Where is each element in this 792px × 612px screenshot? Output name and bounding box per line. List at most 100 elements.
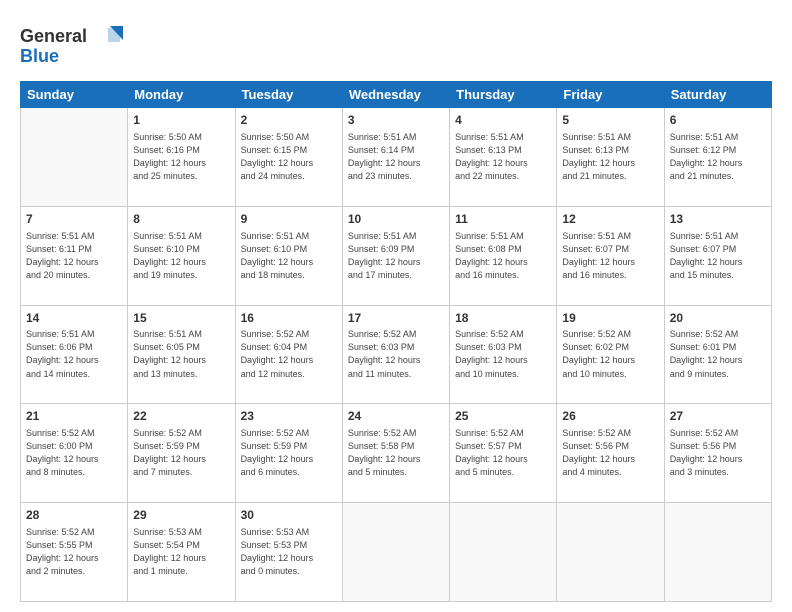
day-info: Sunrise: 5:50 AM Sunset: 6:15 PM Dayligh… <box>241 131 337 183</box>
day-number: 11 <box>455 211 551 228</box>
calendar-cell: 10 Sunrise: 5:51 AM Sunset: 6:09 PM Dayli… <box>342 206 449 305</box>
day-info: Sunrise: 5:51 AM Sunset: 6:14 PM Dayligh… <box>348 131 444 183</box>
day-number: 20 <box>670 310 766 327</box>
day-number: 13 <box>670 211 766 228</box>
calendar-cell: 6Sunrise: 5:51 AM Sunset: 6:12 PM Daylig… <box>664 108 771 207</box>
calendar-cell: 2 Sunrise: 5:50 AM Sunset: 6:15 PM Daylig… <box>235 108 342 207</box>
calendar-cell: 24 Sunrise: 5:52 AM Sunset: 5:58 PM Dayli… <box>342 404 449 503</box>
day-info: Sunrise: 5:51 AM Sunset: 6:06 PM Dayligh… <box>26 328 122 380</box>
day-info: Sunrise: 5:51 AM Sunset: 6:11 PM Dayligh… <box>26 230 122 282</box>
day-number: 14 <box>26 310 122 327</box>
day-info: Sunrise: 5:51 AM Sunset: 6:07 PM Dayligh… <box>670 230 766 282</box>
week-row-4: 21 Sunrise: 5:52 AM Sunset: 6:00 PM Dayli… <box>21 404 772 503</box>
calendar-cell <box>342 503 449 602</box>
calendar-cell: 23 Sunrise: 5:52 AM Sunset: 5:59 PM Dayli… <box>235 404 342 503</box>
calendar-cell <box>557 503 664 602</box>
calendar-cell: 30Sunrise: 5:53 AM Sunset: 5:53 PM Dayli… <box>235 503 342 602</box>
calendar-cell: 28 Sunrise: 5:52 AM Sunset: 5:55 PM Dayli… <box>21 503 128 602</box>
calendar-cell <box>664 503 771 602</box>
header: General Blue <box>20 16 772 73</box>
weekday-header-friday: Friday <box>557 82 664 108</box>
day-info: Sunrise: 5:52 AM Sunset: 6:03 PM Dayligh… <box>455 328 551 380</box>
weekday-header-thursday: Thursday <box>450 82 557 108</box>
calendar-cell <box>21 108 128 207</box>
day-number: 2 <box>241 112 337 129</box>
day-number: 26 <box>562 408 658 425</box>
day-info: Sunrise: 5:52 AM Sunset: 5:55 PM Dayligh… <box>26 526 122 578</box>
calendar-cell: 15Sunrise: 5:51 AM Sunset: 6:05 PM Dayli… <box>128 305 235 404</box>
week-row-3: 14Sunrise: 5:51 AM Sunset: 6:06 PM Dayli… <box>21 305 772 404</box>
calendar-cell: 16Sunrise: 5:52 AM Sunset: 6:04 PM Dayli… <box>235 305 342 404</box>
day-number: 5 <box>562 112 658 129</box>
day-number: 17 <box>348 310 444 327</box>
day-number: 16 <box>241 310 337 327</box>
day-info: Sunrise: 5:52 AM Sunset: 5:56 PM Dayligh… <box>562 427 658 479</box>
day-info: Sunrise: 5:51 AM Sunset: 6:09 PM Dayligh… <box>348 230 444 282</box>
day-info: Sunrise: 5:52 AM Sunset: 6:00 PM Dayligh… <box>26 427 122 479</box>
page: General Blue SundayMondayTuesdayWednesda… <box>0 0 792 612</box>
day-info: Sunrise: 5:51 AM Sunset: 6:05 PM Dayligh… <box>133 328 229 380</box>
day-number: 3 <box>348 112 444 129</box>
calendar-cell: 17Sunrise: 5:52 AM Sunset: 6:03 PM Dayli… <box>342 305 449 404</box>
logo: General Blue <box>20 20 125 73</box>
day-info: Sunrise: 5:52 AM Sunset: 5:59 PM Dayligh… <box>133 427 229 479</box>
day-number: 4 <box>455 112 551 129</box>
day-number: 15 <box>133 310 229 327</box>
calendar-cell: 13 Sunrise: 5:51 AM Sunset: 6:07 PM Dayli… <box>664 206 771 305</box>
calendar-cell: 8 Sunrise: 5:51 AM Sunset: 6:10 PM Daylig… <box>128 206 235 305</box>
day-number: 28 <box>26 507 122 524</box>
day-info: Sunrise: 5:52 AM Sunset: 5:59 PM Dayligh… <box>241 427 337 479</box>
day-info: Sunrise: 5:50 AM Sunset: 6:16 PM Dayligh… <box>133 131 229 183</box>
day-number: 24 <box>348 408 444 425</box>
calendar-cell: 18Sunrise: 5:52 AM Sunset: 6:03 PM Dayli… <box>450 305 557 404</box>
day-number: 22 <box>133 408 229 425</box>
calendar-cell: 14Sunrise: 5:51 AM Sunset: 6:06 PM Dayli… <box>21 305 128 404</box>
day-number: 10 <box>348 211 444 228</box>
weekday-header-tuesday: Tuesday <box>235 82 342 108</box>
calendar-cell: 22 Sunrise: 5:52 AM Sunset: 5:59 PM Dayli… <box>128 404 235 503</box>
calendar-cell: 5 Sunrise: 5:51 AM Sunset: 6:13 PM Daylig… <box>557 108 664 207</box>
calendar-cell: 11 Sunrise: 5:51 AM Sunset: 6:08 PM Dayli… <box>450 206 557 305</box>
day-number: 27 <box>670 408 766 425</box>
calendar-cell: 9Sunrise: 5:51 AM Sunset: 6:10 PM Daylig… <box>235 206 342 305</box>
calendar-cell: 12Sunrise: 5:51 AM Sunset: 6:07 PM Dayli… <box>557 206 664 305</box>
day-info: Sunrise: 5:51 AM Sunset: 6:13 PM Dayligh… <box>562 131 658 183</box>
calendar-cell: 3 Sunrise: 5:51 AM Sunset: 6:14 PM Daylig… <box>342 108 449 207</box>
calendar-cell <box>450 503 557 602</box>
day-info: Sunrise: 5:52 AM Sunset: 6:02 PM Dayligh… <box>562 328 658 380</box>
day-info: Sunrise: 5:52 AM Sunset: 6:01 PM Dayligh… <box>670 328 766 380</box>
calendar-cell: 19Sunrise: 5:52 AM Sunset: 6:02 PM Dayli… <box>557 305 664 404</box>
day-info: Sunrise: 5:51 AM Sunset: 6:10 PM Dayligh… <box>133 230 229 282</box>
day-info: Sunrise: 5:52 AM Sunset: 6:03 PM Dayligh… <box>348 328 444 380</box>
day-info: Sunrise: 5:52 AM Sunset: 6:04 PM Dayligh… <box>241 328 337 380</box>
calendar-cell: 27Sunrise: 5:52 AM Sunset: 5:56 PM Dayli… <box>664 404 771 503</box>
calendar-cell: 7Sunrise: 5:51 AM Sunset: 6:11 PM Daylig… <box>21 206 128 305</box>
day-info: Sunrise: 5:52 AM Sunset: 5:58 PM Dayligh… <box>348 427 444 479</box>
day-number: 18 <box>455 310 551 327</box>
week-row-1: 1Sunrise: 5:50 AM Sunset: 6:16 PM Daylig… <box>21 108 772 207</box>
day-number: 21 <box>26 408 122 425</box>
day-info: Sunrise: 5:51 AM Sunset: 6:13 PM Dayligh… <box>455 131 551 183</box>
svg-text:Blue: Blue <box>20 46 59 66</box>
logo-text: General Blue <box>20 20 125 73</box>
day-number: 29 <box>133 507 229 524</box>
calendar-table: SundayMondayTuesdayWednesdayThursdayFrid… <box>20 81 772 602</box>
weekday-header-sunday: Sunday <box>21 82 128 108</box>
weekday-header-wednesday: Wednesday <box>342 82 449 108</box>
calendar-cell: 4 Sunrise: 5:51 AM Sunset: 6:13 PM Daylig… <box>450 108 557 207</box>
day-number: 23 <box>241 408 337 425</box>
calendar-cell: 26 Sunrise: 5:52 AM Sunset: 5:56 PM Dayli… <box>557 404 664 503</box>
week-row-2: 7Sunrise: 5:51 AM Sunset: 6:11 PM Daylig… <box>21 206 772 305</box>
day-info: Sunrise: 5:51 AM Sunset: 6:08 PM Dayligh… <box>455 230 551 282</box>
weekday-header-saturday: Saturday <box>664 82 771 108</box>
day-number: 30 <box>241 507 337 524</box>
logo-svg: General Blue <box>20 20 125 68</box>
day-info: Sunrise: 5:53 AM Sunset: 5:54 PM Dayligh… <box>133 526 229 578</box>
weekday-header-row: SundayMondayTuesdayWednesdayThursdayFrid… <box>21 82 772 108</box>
calendar-cell: 21 Sunrise: 5:52 AM Sunset: 6:00 PM Dayli… <box>21 404 128 503</box>
day-number: 8 <box>133 211 229 228</box>
calendar-cell: 25Sunrise: 5:52 AM Sunset: 5:57 PM Dayli… <box>450 404 557 503</box>
day-number: 6 <box>670 112 766 129</box>
day-info: Sunrise: 5:52 AM Sunset: 5:57 PM Dayligh… <box>455 427 551 479</box>
day-number: 9 <box>241 211 337 228</box>
